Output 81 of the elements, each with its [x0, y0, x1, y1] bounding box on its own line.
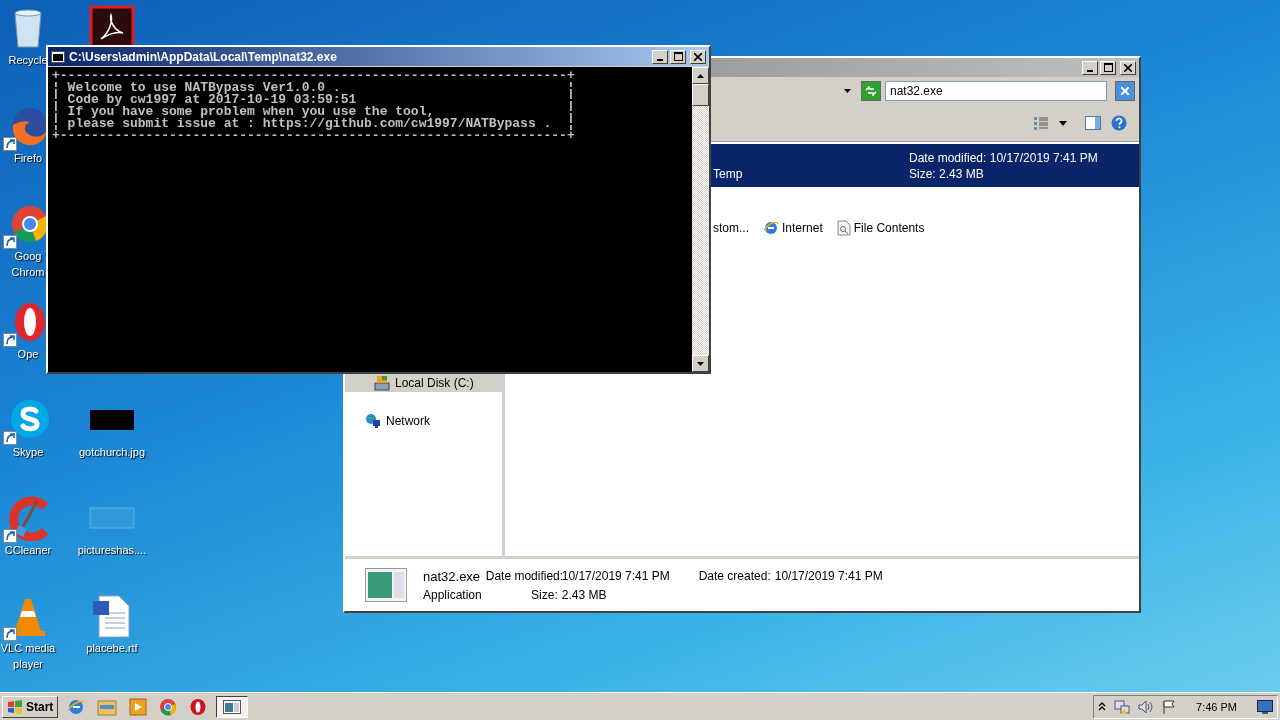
start-button[interactable]: Start: [2, 695, 59, 718]
maximize-icon: [673, 52, 683, 61]
detail-value: 10/17/2019 7:41 PM: [774, 568, 883, 584]
minimize-button[interactable]: [652, 49, 668, 64]
file-name: nat32.exe: [423, 568, 482, 584]
maximize-button[interactable]: [670, 49, 686, 64]
maximize-icon: [1103, 63, 1113, 72]
console-line: +-----------------------------------------------------------------+: [52, 130, 576, 142]
close-icon: [1124, 63, 1132, 72]
desktop-icon-label[interactable]: Recycle: [8, 54, 48, 67]
drive-icon: [374, 375, 390, 391]
internet-explorer-icon: [67, 697, 86, 716]
scroll-up-arrow-icon[interactable]: [697, 73, 704, 78]
document-search-icon: [836, 220, 851, 236]
window-title: C:\Users\admin\AppData\Local\Temp\nat32.exe: [69, 49, 337, 64]
desktop-icon-label[interactable]: pictureshas....: [77, 544, 147, 557]
detail-label: Date created:: [697, 568, 771, 584]
help-icon: [1111, 115, 1127, 131]
detail-value: 2.43 MB: [561, 587, 608, 602]
console-app-icon: [51, 50, 65, 63]
desktop-icon-label[interactable]: gotchurch.jpg: [78, 446, 145, 459]
media-player-icon: [129, 697, 148, 716]
desktop-icon-label[interactable]: VLC media: [0, 642, 56, 655]
navigation-item[interactable]: Local Disk (C:): [345, 374, 502, 392]
minimize-icon: [1087, 69, 1093, 72]
list-view-icon: [1033, 116, 1049, 130]
desktop-icon-label[interactable]: CCleaner: [4, 544, 52, 557]
close-button[interactable]: [1120, 60, 1136, 75]
refresh-button[interactable]: [861, 81, 881, 101]
application-thumbnail-icon: [365, 568, 407, 602]
maximize-button[interactable]: [1100, 60, 1116, 75]
preview-pane-icon: [1085, 116, 1101, 130]
scrollbar-thumb[interactable]: [692, 84, 709, 106]
navigation-item[interactable]: Network: [345, 412, 502, 430]
console-line: ¦ If you have some problem when you use the tool, ¦: [52, 106, 576, 118]
network-icon[interactable]: [1114, 698, 1131, 715]
desktop-icon-label[interactable]: Skype: [12, 446, 44, 459]
console-line: +-----------------------------------------------------------------+: [52, 70, 576, 82]
dropdown-arrow-icon: [844, 89, 851, 93]
close-icon: [1121, 87, 1129, 95]
desktop-icon-label[interactable]: player: [13, 658, 43, 671]
internet-explorer-icon: [763, 220, 779, 236]
file-type: Application: [423, 587, 482, 602]
preview-pane-button[interactable]: [1085, 116, 1101, 130]
search-field[interactable]: nat32.exe: [885, 81, 1107, 101]
speaker-icon[interactable]: [1138, 699, 1155, 714]
minimize-button[interactable]: [1082, 60, 1098, 75]
console-line: ¦ Code by cw1997 at 2017-10-19 03:59:51 ¦: [52, 94, 576, 106]
desktop-icon-label[interactable]: Ope: [17, 348, 39, 361]
scroll-down-arrow-icon[interactable]: [697, 361, 704, 366]
console-app-icon: [223, 699, 242, 714]
view-dropdown-button[interactable]: [1059, 120, 1067, 126]
search-again-link[interactable]: File Contents: [836, 220, 925, 236]
close-icon: [694, 52, 702, 61]
detail-value: 10/17/2019 7:41 PM: [561, 568, 671, 584]
desktop-icon-label[interactable]: placebe.rtf: [86, 642, 138, 655]
close-button[interactable]: [690, 49, 706, 64]
desktop-icon-label[interactable]: Chrom: [11, 266, 45, 279]
flag-icon[interactable]: [1162, 699, 1177, 714]
clear-search-button[interactable]: [1115, 81, 1135, 101]
network-icon: [365, 413, 381, 429]
search-again-link[interactable]: stom...: [713, 221, 749, 235]
caret-icon: [1059, 120, 1067, 126]
desktop-icon-label[interactable]: Goog: [14, 250, 42, 263]
refresh-arrows-icon: [865, 86, 877, 96]
desktop-icon-label[interactable]: Firefo: [13, 152, 43, 165]
taskbar-window-button[interactable]: [216, 695, 249, 718]
show-desktop-icon[interactable]: [1257, 699, 1273, 714]
windows-flag-icon: [7, 699, 23, 714]
minimize-icon: [657, 58, 663, 61]
help-button[interactable]: [1111, 115, 1127, 131]
opera-icon: [189, 697, 208, 716]
chrome-icon: [159, 697, 178, 716]
detail-label: Size:: [530, 587, 558, 602]
clock[interactable]: 7:46 PM: [1184, 700, 1249, 713]
console-line: ¦ please submit issue at : https://github.com/cw1997/NATBypass . ¦: [52, 118, 576, 130]
search-again-link[interactable]: Internet: [763, 220, 823, 236]
console-line: ¦ Welcome to use NATBypass Ver1.0.0 . ¦: [52, 82, 576, 94]
chevron-up-icon[interactable]: [1098, 702, 1107, 711]
folder-icon: [97, 697, 118, 716]
vertical-scrollbar[interactable]: [692, 67, 709, 372]
